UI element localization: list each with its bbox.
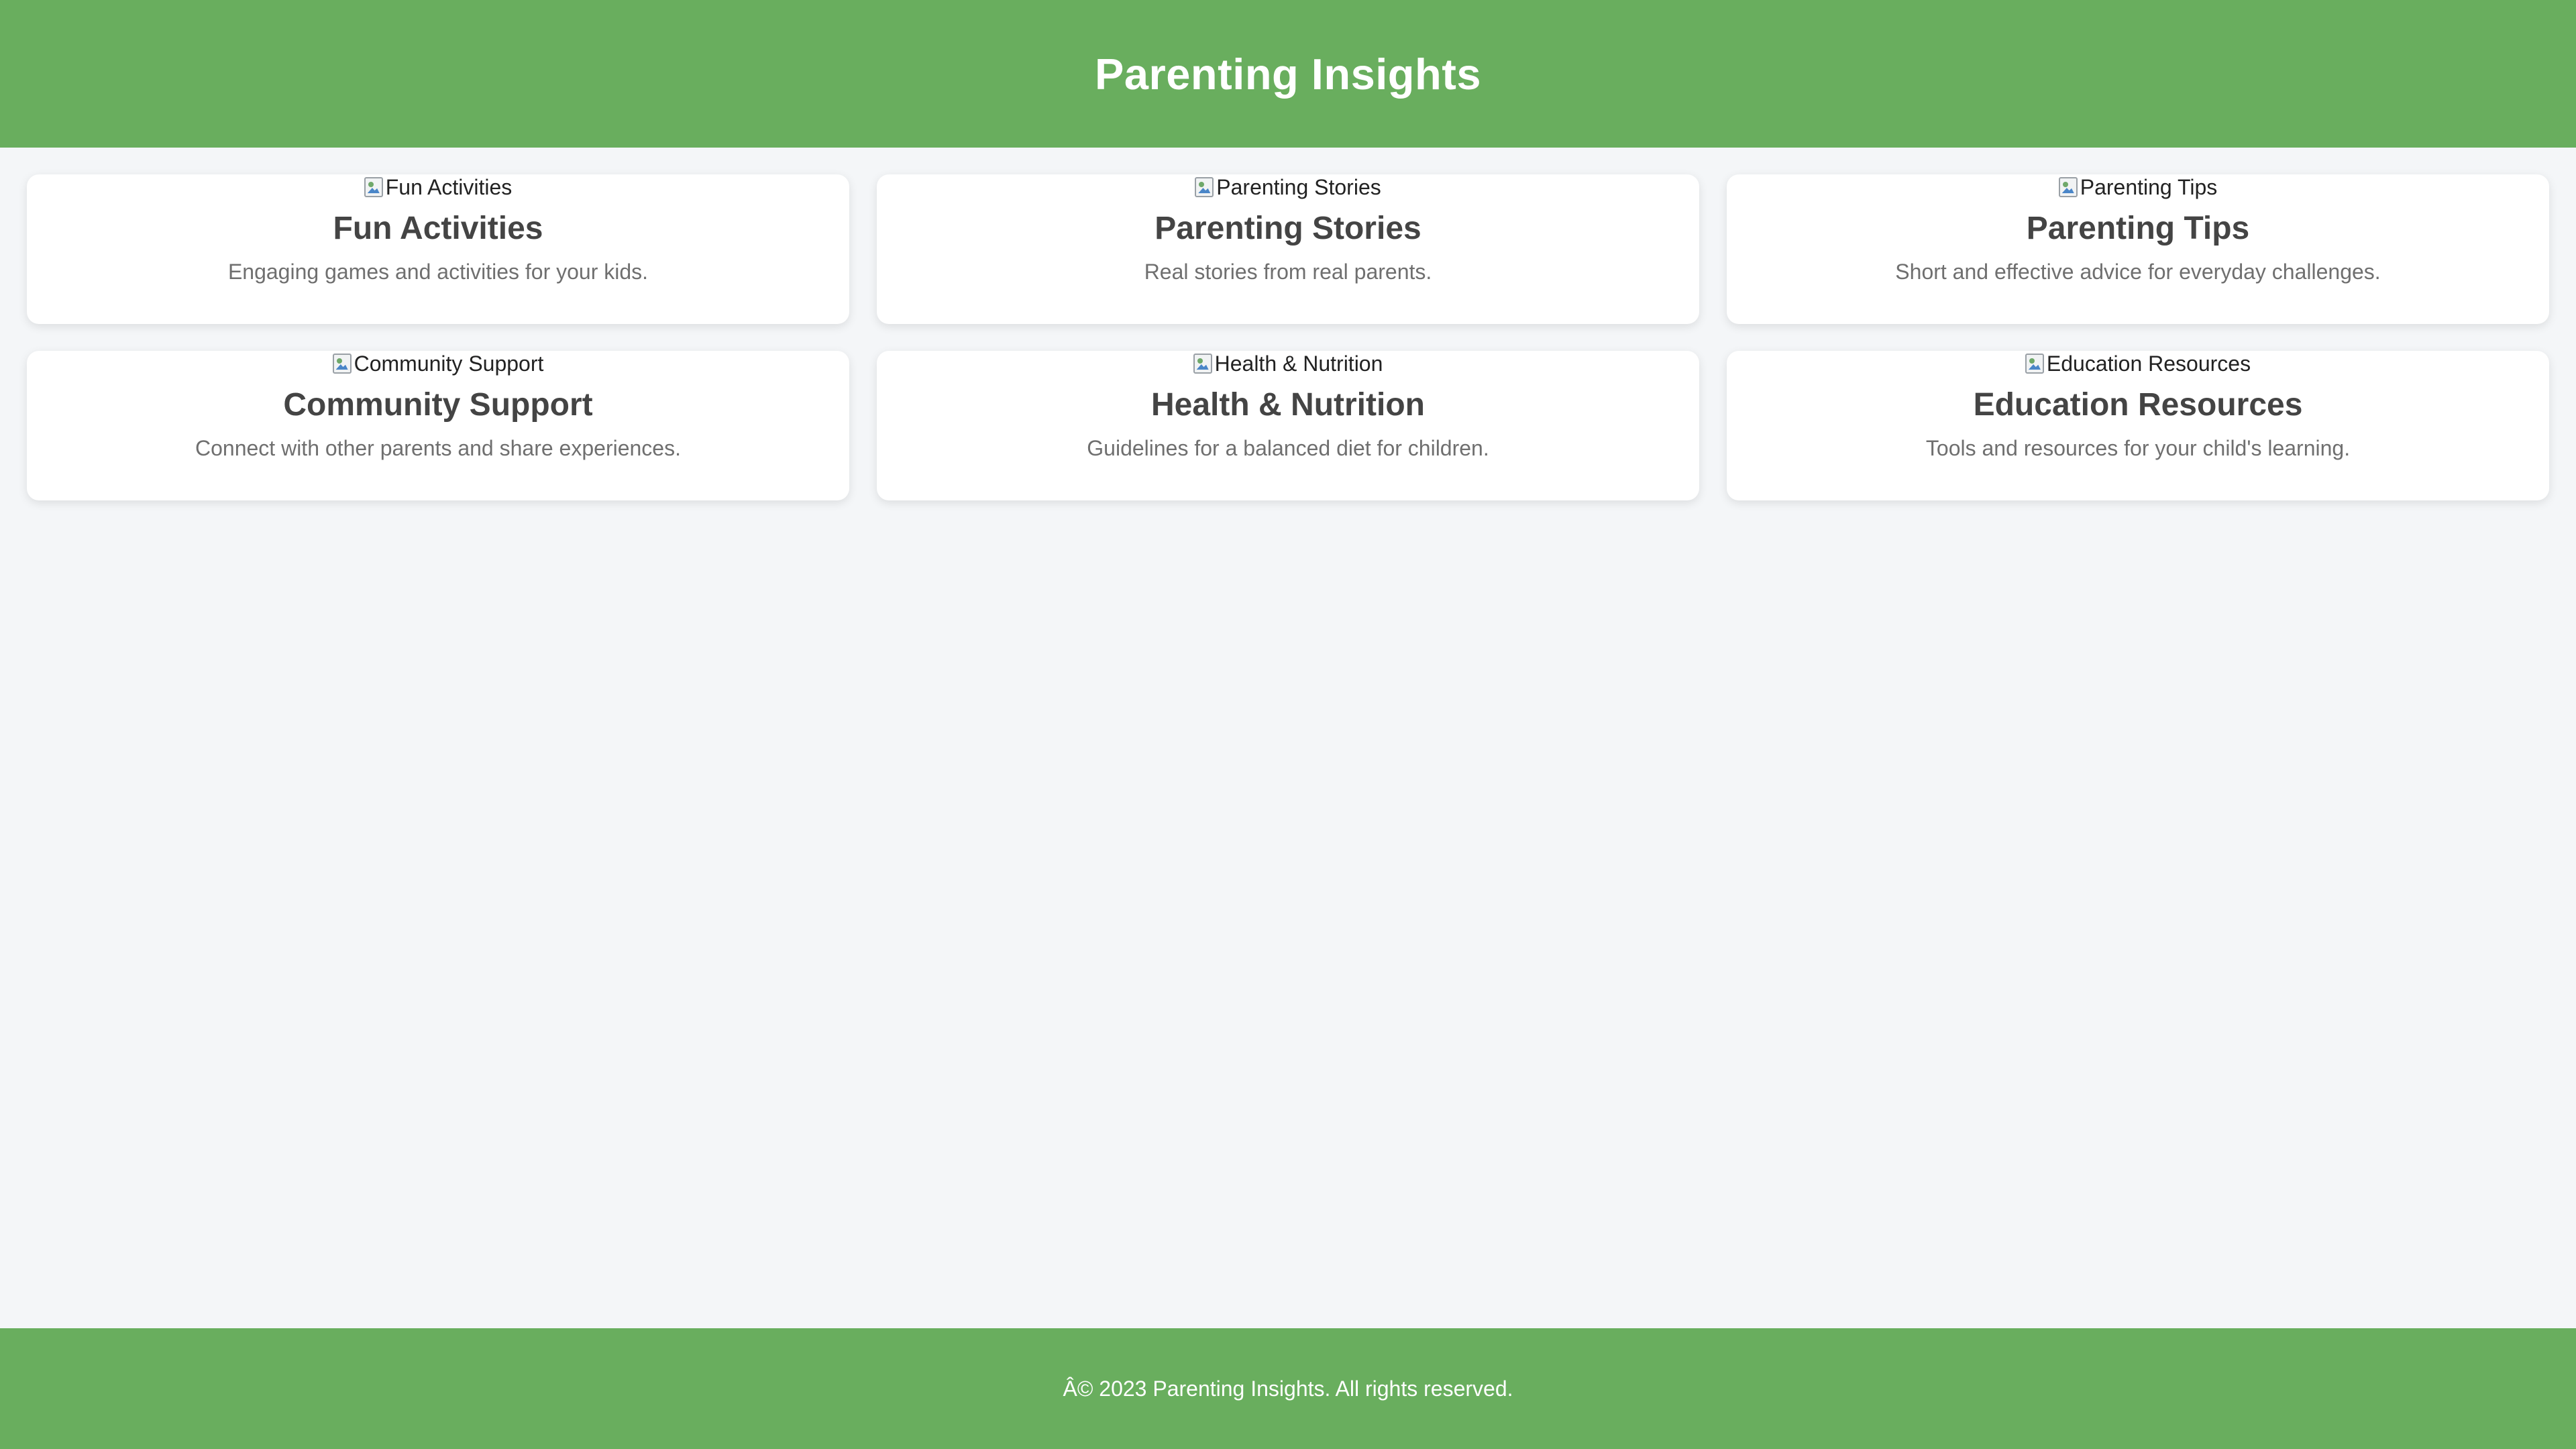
broken-image-icon <box>2058 177 2078 197</box>
card-title: Parenting Tips <box>2026 211 2250 246</box>
card-image-alt: Parenting Tips <box>2080 175 2218 199</box>
card-image-alt: Education Resources <box>2046 352 2251 376</box>
card-title: Community Support <box>283 387 593 423</box>
broken-image-icon <box>1195 177 1214 197</box>
card-image: Health & Nutrition <box>1193 351 1383 376</box>
card-image-alt: Fun Activities <box>385 175 513 199</box>
card-parenting-tips[interactable]: Parenting Tips Parenting Tips Short and … <box>1727 174 2549 324</box>
card-image-alt: Health & Nutrition <box>1214 352 1383 376</box>
site-footer: Â© 2023 Parenting Insights. All rights r… <box>0 1328 2576 1449</box>
card-grid: Fun Activities Fun Activities Engaging g… <box>27 174 2549 500</box>
site-header: Parenting Insights <box>0 0 2576 148</box>
card-health-nutrition[interactable]: Health & Nutrition Health & Nutrition Gu… <box>877 351 1699 500</box>
card-image: Fun Activities <box>364 174 513 200</box>
card-fun-activities[interactable]: Fun Activities Fun Activities Engaging g… <box>27 174 849 324</box>
broken-image-icon <box>364 177 383 197</box>
card-image-alt: Parenting Stories <box>1216 175 1381 199</box>
card-image: Community Support <box>332 351 544 376</box>
card-title: Education Resources <box>1973 387 2303 423</box>
card-community-support[interactable]: Community Support Community Support Conn… <box>27 351 849 500</box>
card-title: Parenting Stories <box>1155 211 1421 246</box>
card-description: Real stories from real parents. <box>1144 260 1432 284</box>
broken-image-icon <box>1193 354 1212 374</box>
page: Parenting Insights Fun Activities Fun Ac… <box>0 0 2576 1449</box>
card-description: Engaging games and activities for your k… <box>227 260 649 284</box>
card-description: Connect with other parents and share exp… <box>195 436 681 460</box>
card-image: Parenting Tips <box>2058 174 2218 200</box>
footer-copyright: Â© 2023 Parenting Insights. All rights r… <box>1063 1376 1513 1401</box>
card-image: Parenting Stories <box>1195 174 1381 200</box>
card-image: Education Resources <box>2025 351 2251 376</box>
card-title: Fun Activities <box>333 211 543 246</box>
card-description: Guidelines for a balanced diet for child… <box>1087 436 1489 460</box>
card-description: Tools and resources for your child's lea… <box>1925 436 2351 460</box>
card-parenting-stories[interactable]: Parenting Stories Parenting Stories Real… <box>877 174 1699 324</box>
broken-image-icon <box>332 354 352 374</box>
card-description: Short and effective advice for everyday … <box>1895 260 2381 284</box>
card-title: Health & Nutrition <box>1151 387 1425 423</box>
card-education-resources[interactable]: Education Resources Education Resources … <box>1727 351 2549 500</box>
site-title: Parenting Insights <box>1094 49 1481 99</box>
card-image-alt: Community Support <box>354 352 544 376</box>
broken-image-icon <box>2025 354 2044 374</box>
